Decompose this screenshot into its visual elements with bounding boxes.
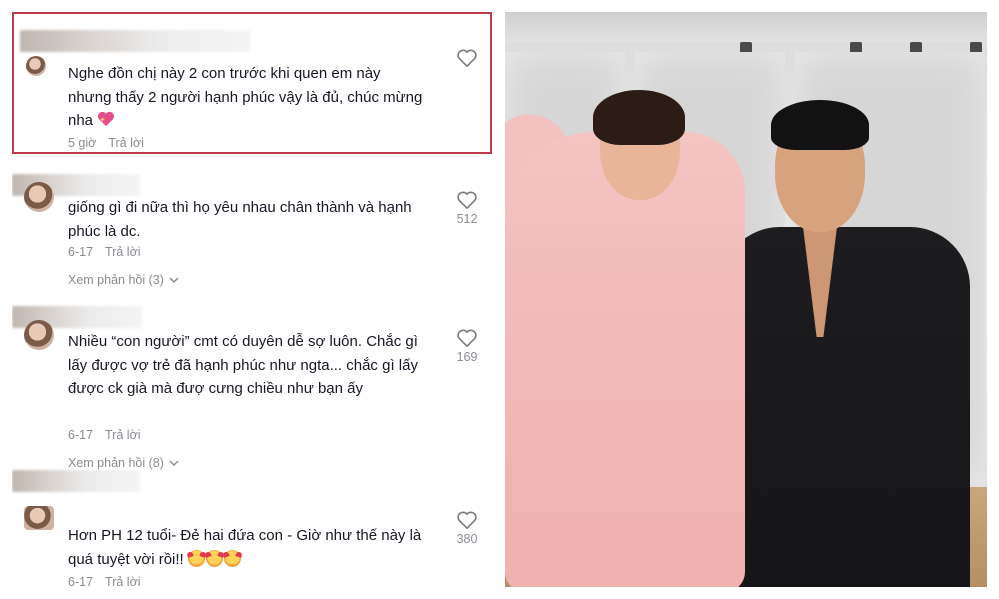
comment-text: giống gì đi nữa thì họ yêu nhau chân thà… [68,199,412,240]
man-hair [771,100,869,150]
like-count: 512 [456,212,478,226]
view-replies-button[interactable]: Xem phản hồi (3) [68,273,180,287]
comment-time: 6-17 [68,428,94,442]
comment-item: Hơn PH 12 tuổi- Đẻ hai đứa con - Giờ như… [12,468,492,587]
like-button[interactable]: 512 [450,190,484,226]
reply-button[interactable]: Trả lời [105,575,141,587]
like-button[interactable]: 380 [450,510,484,546]
comment-text: Nghe đồn chị này 2 con trước khi quen em… [68,65,423,129]
comment-text: Hơn PH 12 tuổi- Đẻ hai đứa con - Giờ như… [68,527,422,568]
comment-time: 6-17 [68,575,94,587]
comment-item: Nhiều “con người” cmt có duyên dễ sợ luô… [12,306,492,476]
comments-panel: Nghe đồn chị này 2 con trước khi quen em… [12,12,492,587]
ceiling [505,12,987,42]
heart-outline-icon [457,191,477,209]
woman-figure [505,132,745,587]
comment-time: 5 giờ [68,136,97,150]
comment-meta: 5 giờ Trả lời [68,136,144,150]
avatar[interactable] [24,506,54,530]
couple-photo [505,12,987,587]
reply-button[interactable]: Trả lời [108,136,144,150]
comment-item: Nghe đồn chị này 2 con trước khi quen em… [12,12,492,154]
heart-outline-icon [457,511,477,529]
like-count: 169 [456,350,478,364]
comment-item: giống gì đi nữa thì họ yêu nhau chân thà… [12,172,492,307]
username-blurred [20,30,250,52]
like-count: 380 [456,532,478,546]
comment-meta: 6-17 Trả lời [68,428,141,442]
smiling-face-with-hearts-icon [223,549,241,567]
comment-time: 6-17 [68,245,94,259]
reply-button[interactable]: Trả lời [105,428,141,442]
woman-hair [593,90,685,145]
avatar[interactable] [26,56,46,76]
avatar[interactable] [24,320,54,350]
smiling-face-with-hearts-icon [205,549,223,567]
man-figure [720,227,970,587]
comment-meta: 6-17 Trả lời [68,575,141,587]
comment-text: Nhiều “con người” cmt có duyên dễ sợ luô… [68,333,418,397]
chevron-down-icon [169,277,179,284]
smiling-face-with-hearts-icon [187,549,205,567]
view-replies-label: Xem phản hồi (3) [68,273,164,287]
avatar[interactable] [24,182,54,212]
heart-outline-icon [457,329,477,347]
comment-meta: 6-17 Trả lời [68,245,141,259]
like-button[interactable]: 169 [450,328,484,364]
sparkling-heart-icon [98,111,115,127]
reply-button[interactable]: Trả lời [105,245,141,259]
heart-outline-icon [457,49,477,67]
username-blurred [12,470,140,492]
like-button[interactable] [450,48,484,68]
